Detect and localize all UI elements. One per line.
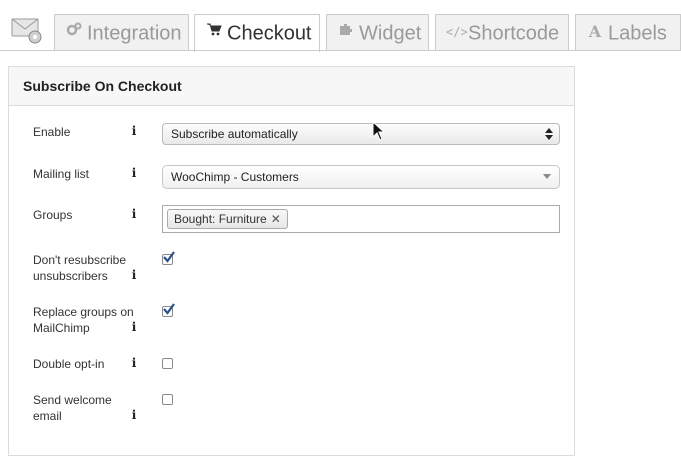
tab-bar: Integration Checkout Widget </>Shortcode…	[0, 0, 681, 52]
panel-title: Subscribe On Checkout	[9, 67, 574, 106]
tab-labels[interactable]: A Labels	[575, 14, 681, 50]
send-welcome-label: Send welcome email	[33, 392, 112, 424]
double-optin-label: Double opt-in	[33, 357, 105, 371]
mailing-list-select[interactable]: WooChimp - Customers	[162, 165, 560, 189]
tab-divider	[0, 50, 681, 51]
dont-resubscribe-label-line2: unsubscribers	[33, 269, 108, 283]
send-welcome-checkbox[interactable]	[162, 394, 173, 405]
replace-groups-label-line2: MailChimp	[33, 321, 90, 335]
replace-groups-label-line1: Replace groups on	[33, 305, 134, 319]
group-chip: Bought: Furniture ✕	[167, 209, 288, 229]
checkmark-icon	[163, 251, 175, 263]
code-icon: </>	[446, 24, 468, 39]
groups-info-icon[interactable]: i	[130, 207, 138, 221]
enable-info-icon[interactable]: i	[130, 124, 138, 138]
mailing-list-label: Mailing list	[33, 167, 90, 181]
gears-icon	[65, 14, 83, 50]
mailing-list-value: WooChimp - Customers	[171, 170, 299, 184]
send-welcome-label-line1: Send welcome	[33, 393, 112, 407]
mail-settings-icon	[11, 18, 42, 44]
double-optin-checkbox[interactable]	[162, 358, 173, 369]
puzzle-icon	[337, 14, 355, 50]
tab-label: Labels	[608, 22, 667, 45]
send-welcome-label-line2: email	[33, 409, 62, 423]
chevron-down-icon	[543, 174, 551, 179]
enable-select[interactable]: Subscribe automatically	[162, 123, 560, 145]
checkmark-icon	[163, 303, 175, 315]
tab-widget[interactable]: Widget	[326, 14, 429, 50]
tab-label: Checkout	[227, 22, 312, 45]
replace-groups-info-icon[interactable]: i	[130, 320, 138, 334]
group-chip-label: Bought: Furniture	[174, 212, 267, 226]
dont-resubscribe-info-icon[interactable]: i	[130, 268, 138, 282]
groups-multiselect[interactable]: Bought: Furniture ✕	[162, 205, 560, 233]
enable-select-value: Subscribe automatically	[171, 127, 298, 141]
mouse-cursor-icon	[372, 121, 386, 141]
tab-label: Widget	[359, 22, 422, 45]
dont-resubscribe-checkbox[interactable]	[162, 251, 175, 265]
remove-chip-icon[interactable]: ✕	[271, 212, 281, 226]
tab-integration[interactable]: Integration	[54, 14, 189, 50]
tab-label: Shortcode	[468, 22, 560, 45]
groups-label: Groups	[33, 208, 73, 222]
enable-label: Enable	[33, 125, 71, 139]
tab-checkout[interactable]: Checkout	[194, 14, 320, 52]
replace-groups-label: Replace groups on MailChimp	[33, 304, 134, 336]
select-arrows-icon	[545, 128, 553, 140]
cart-icon	[205, 14, 223, 50]
letter-a-icon: A	[588, 21, 602, 41]
mailing-list-info-icon[interactable]: i	[130, 166, 138, 180]
tab-shortcode[interactable]: </>Shortcode	[435, 14, 569, 50]
send-welcome-info-icon[interactable]: i	[130, 408, 138, 422]
tab-label: Integration	[87, 22, 182, 45]
dont-resubscribe-label: Don't resubscribe unsubscribers	[33, 252, 126, 284]
dont-resubscribe-label-line1: Don't resubscribe	[33, 253, 126, 267]
double-optin-info-icon[interactable]: i	[130, 356, 138, 370]
replace-groups-checkbox[interactable]	[162, 303, 175, 317]
